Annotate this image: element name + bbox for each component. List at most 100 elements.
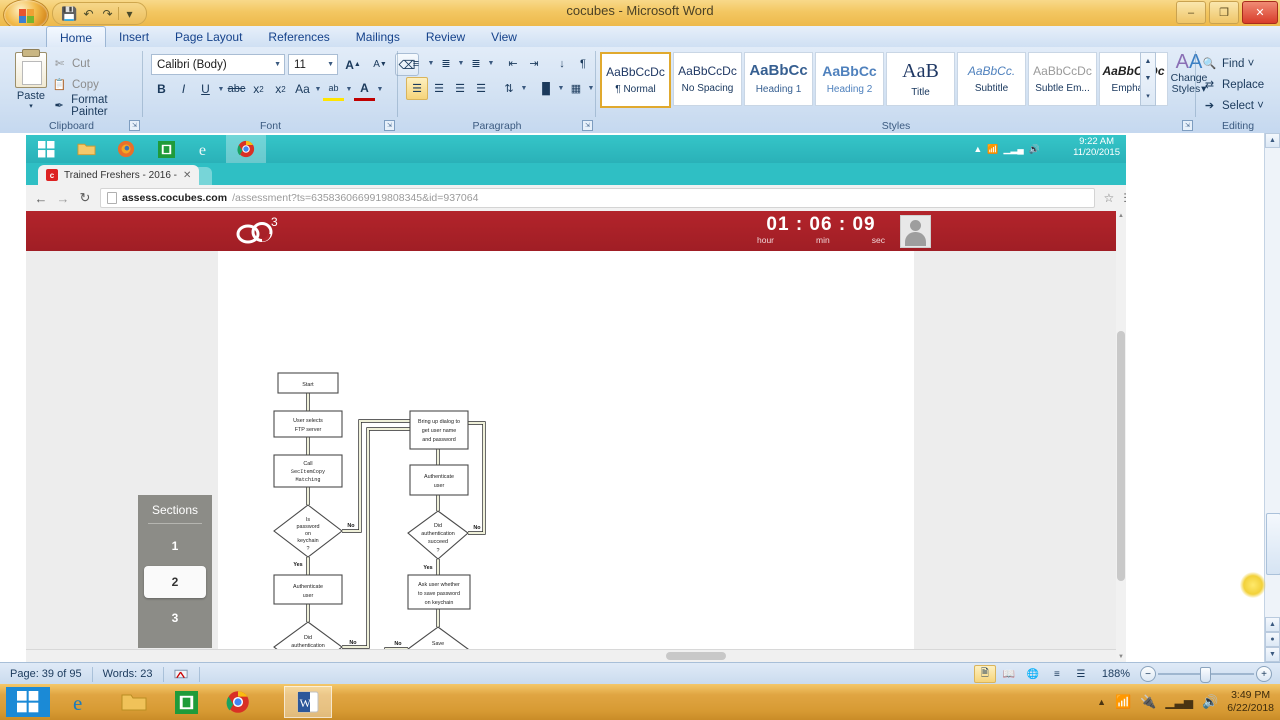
minimize-button[interactable]: –	[1176, 1, 1206, 24]
bookmark-star-icon[interactable]: ☆	[1103, 191, 1114, 205]
select-button[interactable]: ➔ Select ˅	[1196, 95, 1264, 116]
paste-button[interactable]: Paste ▾	[10, 49, 52, 110]
style-subtle-emphasis[interactable]: AaBbCcDc Subtle Em...	[1028, 52, 1097, 106]
chevron-down-icon[interactable]: ▼	[587, 85, 595, 92]
align-left-icon[interactable]: ☰	[406, 77, 428, 100]
address-bar[interactable]: assess.cocubes.com/assessment?ts=6358360…	[100, 188, 1096, 208]
bullets-icon[interactable]: ≡	[406, 53, 426, 74]
close-button[interactable]: ✕	[1242, 1, 1278, 24]
find-button[interactable]: 🔍 Find ˅	[1196, 53, 1264, 74]
style-normal[interactable]: AaBbCcDc ¶ Normal	[600, 52, 671, 108]
multilevel-list-icon[interactable]: ≣	[466, 53, 486, 74]
full-screen-reading-icon[interactable]: 📖	[998, 665, 1020, 683]
format-painter-button[interactable]: ✒ Format Painter	[48, 94, 143, 118]
justify-icon[interactable]: ☰	[471, 78, 491, 99]
decrease-indent-icon[interactable]: ⇤	[503, 53, 523, 74]
sort-icon[interactable]: ↓	[552, 53, 572, 74]
signal-icon[interactable]: ▁▂▄	[1004, 144, 1024, 155]
style-heading-1[interactable]: AaBbCс Heading 1	[744, 52, 813, 106]
change-case-button[interactable]: Aa	[292, 79, 313, 100]
chrome-icon[interactable]	[226, 135, 266, 163]
document-vertical-scrollbar[interactable]: ▲ ▲ ● ▼	[1264, 133, 1280, 662]
zoom-slider-knob[interactable]	[1200, 667, 1211, 683]
word-count[interactable]: Words: 23	[93, 666, 164, 682]
scroll-down-icon[interactable]: ▼	[1141, 70, 1155, 87]
document-canvas[interactable]: e ▲ 📶 ▁▂▄ 🔊 9:22 AM 11/20/2015 c Trained…	[0, 133, 1280, 662]
print-layout-icon[interactable]: 🗎	[973, 665, 996, 683]
outline-icon[interactable]: ≡	[1046, 665, 1068, 683]
subscript-button[interactable]: x2	[248, 79, 269, 100]
font-name-combo[interactable]: Calibri (Body) ▼	[151, 54, 285, 75]
chrome-menu-icon[interactable]: ☰	[1123, 191, 1126, 205]
section-3-button[interactable]: 3	[144, 602, 206, 634]
page-horizontal-scrollbar[interactable]	[26, 649, 1116, 662]
style-emphasis[interactable]: AaBbCcDc Emphasis	[1099, 52, 1168, 106]
underline-button[interactable]: U	[195, 79, 216, 100]
taskbar-file-explorer-icon[interactable]	[110, 686, 158, 718]
font-color-button[interactable]: A	[354, 77, 375, 101]
page-indicator[interactable]: Page: 39 of 95	[0, 666, 93, 682]
paragraph-dialog-launcher[interactable]: ⇲	[582, 120, 593, 131]
taskbar-internet-explorer-icon[interactable]: e	[58, 686, 106, 718]
chevron-down-icon[interactable]: ▼	[557, 85, 565, 92]
inner-clock[interactable]: 9:22 AM 11/20/2015	[1073, 136, 1120, 158]
reload-button[interactable]: ↻	[78, 190, 92, 206]
font-size-combo[interactable]: 11 ▼	[288, 54, 338, 75]
tab-insert[interactable]: Insert	[106, 26, 162, 47]
taskbar-clock[interactable]: 3:49 PM 6/22/2018	[1227, 689, 1274, 715]
zoom-level[interactable]: 188%	[1094, 668, 1138, 680]
show-hidden-icon[interactable]: ▲	[973, 144, 982, 154]
windows-start-icon[interactable]	[26, 135, 66, 163]
page-vertical-scrollbar[interactable]: ▲ ▼	[1116, 211, 1126, 662]
chevron-down-icon[interactable]: ▼	[376, 86, 384, 93]
internet-explorer-icon[interactable]: e	[186, 135, 226, 163]
style-title[interactable]: AaB Title	[886, 52, 955, 106]
volume-icon[interactable]: 🔊	[1029, 144, 1040, 155]
scrollbar-thumb[interactable]	[1117, 331, 1125, 581]
font-dialog-launcher[interactable]: ⇲	[384, 120, 395, 131]
numbering-icon[interactable]: ≣	[436, 53, 456, 74]
scroll-up-icon[interactable]: ▲	[1141, 53, 1155, 70]
section-1-button[interactable]: 1	[144, 530, 206, 562]
forward-button[interactable]: →	[56, 191, 70, 206]
style-heading-2[interactable]: AaBbCc Heading 2	[815, 52, 884, 106]
proofing-errors-icon[interactable]	[164, 666, 200, 682]
style-no-spacing[interactable]: AaBbCcDc No Spacing	[673, 52, 742, 106]
scroll-up-icon[interactable]: ▲	[1116, 211, 1126, 221]
shrink-font-button[interactable]: A ▼	[368, 53, 392, 76]
chevron-down-icon[interactable]: ▼	[520, 85, 528, 92]
chevron-down-icon[interactable]: ▼	[345, 86, 353, 93]
back-button[interactable]: ←	[34, 191, 48, 206]
scroll-down-icon[interactable]: ▼	[1116, 652, 1126, 662]
superscript-button[interactable]: x2	[270, 79, 291, 100]
replace-button[interactable]: ⇄ Replace	[1196, 74, 1264, 95]
store-icon[interactable]	[146, 135, 186, 163]
chevron-down-icon[interactable]: ▼	[217, 86, 225, 93]
strikethrough-button[interactable]: abc	[226, 79, 247, 100]
tab-review[interactable]: Review	[413, 26, 478, 47]
section-2-button[interactable]: 2	[144, 566, 206, 598]
copy-button[interactable]: 📋 Copy	[48, 74, 143, 95]
grow-font-button[interactable]: A ▲	[341, 53, 365, 76]
web-layout-icon[interactable]: 🌐	[1022, 665, 1044, 683]
styles-dialog-launcher[interactable]: ⇲	[1182, 120, 1193, 131]
volume-icon[interactable]: 🔊	[1202, 694, 1218, 710]
italic-button[interactable]: I	[173, 79, 194, 100]
chevron-down-icon[interactable]: ▼	[457, 60, 465, 67]
zoom-in-button[interactable]: +	[1256, 666, 1272, 682]
borders-icon[interactable]: ▦	[566, 78, 586, 99]
taskbar-word-icon[interactable]: W	[284, 686, 332, 718]
tab-home[interactable]: Home	[46, 26, 107, 47]
draft-icon[interactable]: ☰	[1070, 665, 1092, 683]
style-subtitle[interactable]: AaBbCc. Subtitle	[957, 52, 1026, 106]
zoom-slider[interactable]	[1158, 667, 1254, 683]
align-center-icon[interactable]: ☰	[429, 78, 449, 99]
tab-page-layout[interactable]: Page Layout	[162, 26, 255, 47]
increase-indent-icon[interactable]: ⇥	[524, 53, 544, 74]
previous-page-icon[interactable]: ▲	[1265, 617, 1280, 632]
windows-start-icon[interactable]	[6, 687, 50, 717]
chevron-down-icon[interactable]: ▼	[427, 60, 435, 67]
style-gallery-scroll[interactable]: ▲ ▼ ▾	[1140, 52, 1156, 106]
highlight-color-button[interactable]: ab	[323, 77, 344, 101]
tab-view[interactable]: View	[478, 26, 530, 47]
